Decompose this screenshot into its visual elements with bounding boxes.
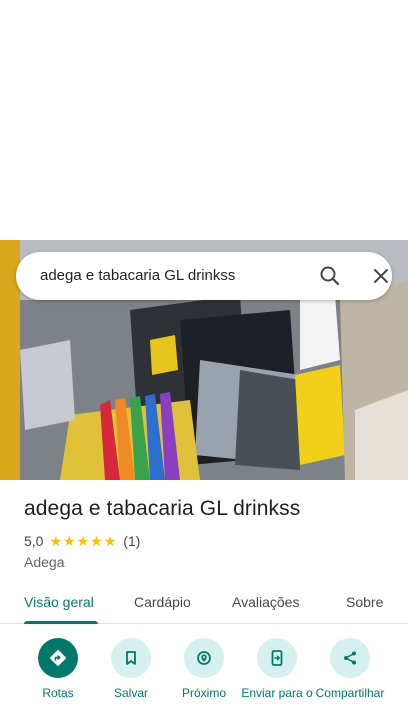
share-button[interactable]: Compartilhar (313, 638, 387, 700)
place-title: adega e tabacaria GL drinkss (24, 497, 301, 520)
search-bar[interactable]: adega e tabacaria GL drinkss (16, 252, 392, 300)
share-icon[interactable] (330, 638, 370, 678)
action-buttons: Rotas Salvar Próximo Enviar para o Compa… (0, 638, 408, 720)
star-rating: ★ ★ ★ ★ ★ (49, 534, 117, 548)
tab-reviews[interactable]: Avaliações (232, 594, 299, 610)
directions-label: Rotas (42, 686, 74, 700)
nearby-icon[interactable] (184, 638, 224, 678)
place-info: adega e tabacaria GL drinkss 5,0 ★ ★ ★ ★… (24, 497, 394, 570)
review-count[interactable]: (1) (123, 533, 140, 549)
close-icon[interactable] (369, 264, 393, 288)
tab-menu[interactable]: Cardápio (134, 594, 191, 610)
nearby-label: Próximo (181, 686, 226, 700)
star-icon: ★ (63, 533, 76, 549)
bookmark-icon[interactable] (111, 638, 151, 678)
share-label: Compartilhar (315, 686, 385, 700)
tab-bar: Visão geral Cardápio Avaliações Sobre (0, 588, 408, 624)
send-to-phone-icon[interactable] (257, 638, 297, 678)
send-to-phone-label: Enviar para o (241, 686, 313, 700)
tab-about[interactable]: Sobre (346, 594, 383, 610)
star-icon: ★ (49, 533, 63, 549)
save-label: Salvar (113, 686, 148, 700)
star-icon: ★ (90, 533, 103, 549)
rating-value: 5,0 (24, 533, 44, 549)
tab-overview[interactable]: Visão geral (24, 594, 94, 610)
star-icon: ★ (103, 533, 117, 549)
place-category: Adega (24, 554, 65, 570)
star-icon: ★ (76, 533, 90, 549)
rating-row[interactable]: 5,0 ★ ★ ★ ★ ★ (1) (24, 533, 140, 549)
active-tab-indicator (24, 621, 98, 624)
search-icon[interactable] (318, 264, 342, 288)
directions-button[interactable]: Rotas (21, 638, 95, 700)
send-to-phone-button[interactable]: Enviar para o (240, 638, 314, 700)
save-button[interactable]: Salvar (94, 638, 168, 700)
nearby-button[interactable]: Próximo (167, 638, 241, 700)
directions-icon[interactable] (38, 638, 78, 678)
search-input[interactable]: adega e tabacaria GL drinkss (40, 267, 235, 284)
